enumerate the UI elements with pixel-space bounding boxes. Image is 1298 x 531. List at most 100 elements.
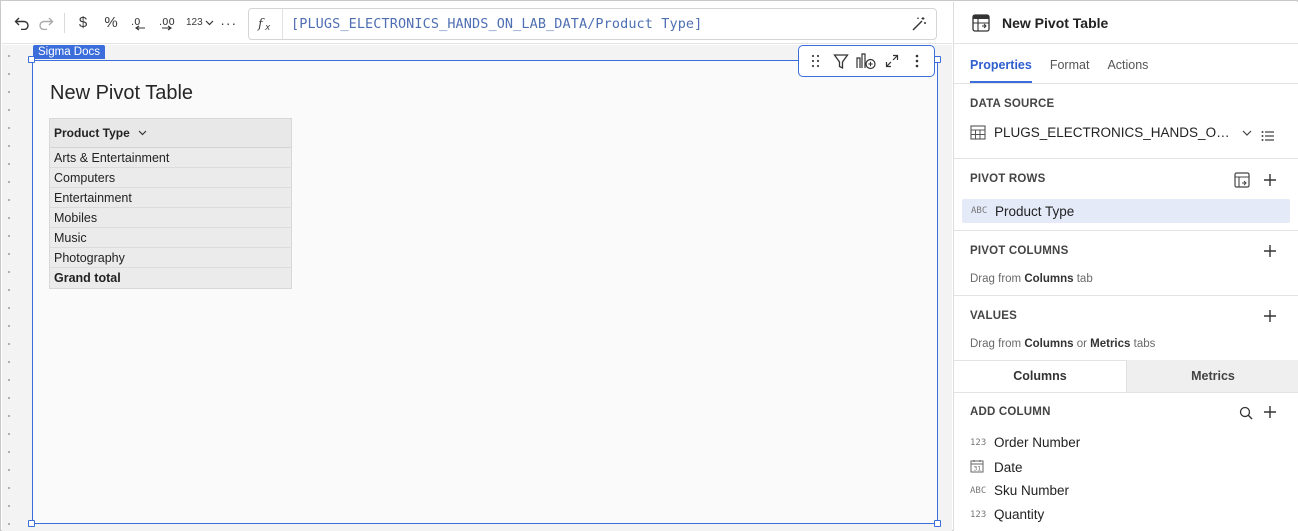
data-source-selector[interactable]: PLUGS_ELECTRONICS_HANDS_ON_LAB_DATA xyxy=(970,125,1252,140)
grid-dot xyxy=(8,505,10,507)
magic-wand-icon xyxy=(912,17,926,31)
tab-metrics[interactable]: Metrics xyxy=(1126,360,1298,392)
formula-bar[interactable]: fx [PLUGS_ELECTRONICS_HANDS_ON_LAB_DATA/… xyxy=(248,8,937,40)
redo-button[interactable] xyxy=(34,9,58,37)
add-pivot-column-icon[interactable] xyxy=(1263,244,1277,258)
pivot-settings-icon[interactable] xyxy=(1234,172,1250,188)
tab-format[interactable]: Format xyxy=(1050,58,1090,83)
grid-dot xyxy=(8,379,10,381)
pivot-row-label: Computers xyxy=(54,170,116,185)
grand-total-row[interactable]: Grand total xyxy=(50,268,291,288)
add-pivot-row-icon[interactable] xyxy=(1263,173,1277,187)
add-value-icon[interactable] xyxy=(1263,309,1277,323)
tab-columns[interactable]: Columns xyxy=(954,360,1126,392)
svg-text:31: 31 xyxy=(974,466,982,473)
more-options-button[interactable] xyxy=(905,49,929,73)
column-item[interactable]: 123 Order Number xyxy=(970,435,1080,450)
grid-dot xyxy=(8,235,10,237)
data-source-name: PLUGS_ELECTRONICS_HANDS_ON_LAB_DATA xyxy=(994,125,1234,140)
expand-button[interactable] xyxy=(880,49,904,73)
text-type-icon: ABC xyxy=(971,206,988,216)
pivot-row-field-name: Product Type xyxy=(995,203,1075,219)
pivot-row-header[interactable]: Product Type xyxy=(50,119,291,148)
increase-decimals-button[interactable]: .00 xyxy=(155,9,181,37)
hint-text: or xyxy=(1073,338,1091,350)
doc-tag: Sigma Docs xyxy=(33,45,105,59)
panel-header: New Pivot Table xyxy=(954,2,1298,44)
resize-handle-top-left[interactable] xyxy=(28,56,35,63)
dollar-icon: $ xyxy=(78,14,88,31)
grid-dot xyxy=(8,127,10,129)
number-format-dropdown[interactable]: 123 xyxy=(183,9,217,37)
app-window: $ % .0 .00 123 ··· fx [PLUGS_ELECTRONICS… xyxy=(0,0,1298,531)
resize-handle-top-right[interactable] xyxy=(934,56,941,63)
undo-icon xyxy=(14,17,29,30)
undo-button[interactable] xyxy=(10,9,34,37)
pivot-row[interactable]: Computers xyxy=(50,168,291,188)
pivot-row[interactable]: Music xyxy=(50,228,291,248)
calendar-icon: 31 xyxy=(970,459,992,476)
add-column-label: ADD COLUMN xyxy=(970,406,1051,418)
add-column-icon[interactable] xyxy=(1263,405,1277,419)
resize-handle-bottom-right[interactable] xyxy=(934,520,941,527)
tab-properties[interactable]: Properties xyxy=(970,58,1032,83)
ai-formula-button[interactable] xyxy=(902,9,936,39)
pivot-row[interactable]: Entertainment xyxy=(50,188,291,208)
column-item[interactable]: 123 Quantity xyxy=(970,507,1044,522)
hint-text: Drag from xyxy=(970,273,1025,285)
panel-title: New Pivot Table xyxy=(1002,14,1109,31)
chevron-down-icon[interactable] xyxy=(1242,130,1252,136)
grid-dot xyxy=(8,325,10,327)
svg-text:.00: .00 xyxy=(159,17,175,28)
list-icon[interactable] xyxy=(1261,129,1275,143)
data-source-label: DATA SOURCE xyxy=(970,98,1055,110)
pivot-row-label: Music xyxy=(54,230,87,245)
column-name: Quantity xyxy=(994,507,1045,522)
table-icon xyxy=(970,125,986,140)
pivot-row[interactable]: Photography xyxy=(50,248,291,268)
function-icon[interactable]: fx xyxy=(249,9,283,39)
column-item[interactable]: 31 Date xyxy=(970,459,1023,476)
values-section: VALUES Drag from Columns or Metrics tabs xyxy=(954,296,1298,361)
pivot-table-icon xyxy=(972,13,990,32)
pivot-row-label: Photography xyxy=(54,250,125,265)
tab-actions[interactable]: Actions xyxy=(1107,58,1148,83)
formula-text[interactable]: [PLUGS_ELECTRONICS_HANDS_ON_LAB_DATA/Pro… xyxy=(283,16,902,32)
search-icon[interactable] xyxy=(1239,406,1253,420)
hint-text: Drag from xyxy=(970,338,1025,350)
canvas-grid-dots xyxy=(6,45,12,531)
percent-format-button[interactable]: % xyxy=(99,9,123,37)
chevron-down-icon[interactable] xyxy=(138,130,147,136)
decrease-decimals-button[interactable]: .0 xyxy=(127,9,151,37)
grid-dot xyxy=(8,451,10,453)
drag-handle[interactable] xyxy=(804,49,828,73)
panel-tabs: Properties Format Actions xyxy=(954,44,1298,84)
expand-icon xyxy=(885,54,898,68)
grid-dot xyxy=(8,181,10,183)
pivot-row[interactable]: Arts & Entertainment xyxy=(50,148,291,168)
grid-dot xyxy=(8,271,10,273)
grid-dot xyxy=(8,523,10,525)
resize-handle-bottom-left[interactable] xyxy=(28,520,35,527)
pivot-title[interactable]: New Pivot Table xyxy=(50,82,193,105)
grand-total-label: Grand total xyxy=(54,271,121,285)
pivot-row-field[interactable]: ABC Product Type xyxy=(962,199,1290,223)
chart-add-icon xyxy=(856,53,877,70)
more-format-button[interactable]: ··· xyxy=(217,9,241,37)
add-chart-button[interactable] xyxy=(854,49,878,73)
text-type-icon: ABC xyxy=(970,485,987,496)
grid-dot xyxy=(8,73,10,75)
chevron-down-icon xyxy=(205,20,214,25)
pivot-row[interactable]: Mobiles xyxy=(50,208,291,228)
svg-text:f: f xyxy=(257,17,265,32)
data-source-section: DATA SOURCE PLUGS_ELECTRONICS_HANDS_ON_L… xyxy=(954,84,1298,159)
hint-strong: Metrics xyxy=(1090,338,1131,350)
filter-button[interactable] xyxy=(829,49,853,73)
filter-icon xyxy=(833,53,849,69)
column-item[interactable]: ABC Sku Number xyxy=(970,483,1069,498)
grid-dot xyxy=(8,415,10,417)
hint-text: tabs xyxy=(1130,338,1156,350)
grid-dot xyxy=(8,217,10,219)
workbook-canvas[interactable]: Sigma Docs New Pivot Table Product Type … xyxy=(2,45,952,531)
currency-format-button[interactable]: $ xyxy=(71,9,95,37)
